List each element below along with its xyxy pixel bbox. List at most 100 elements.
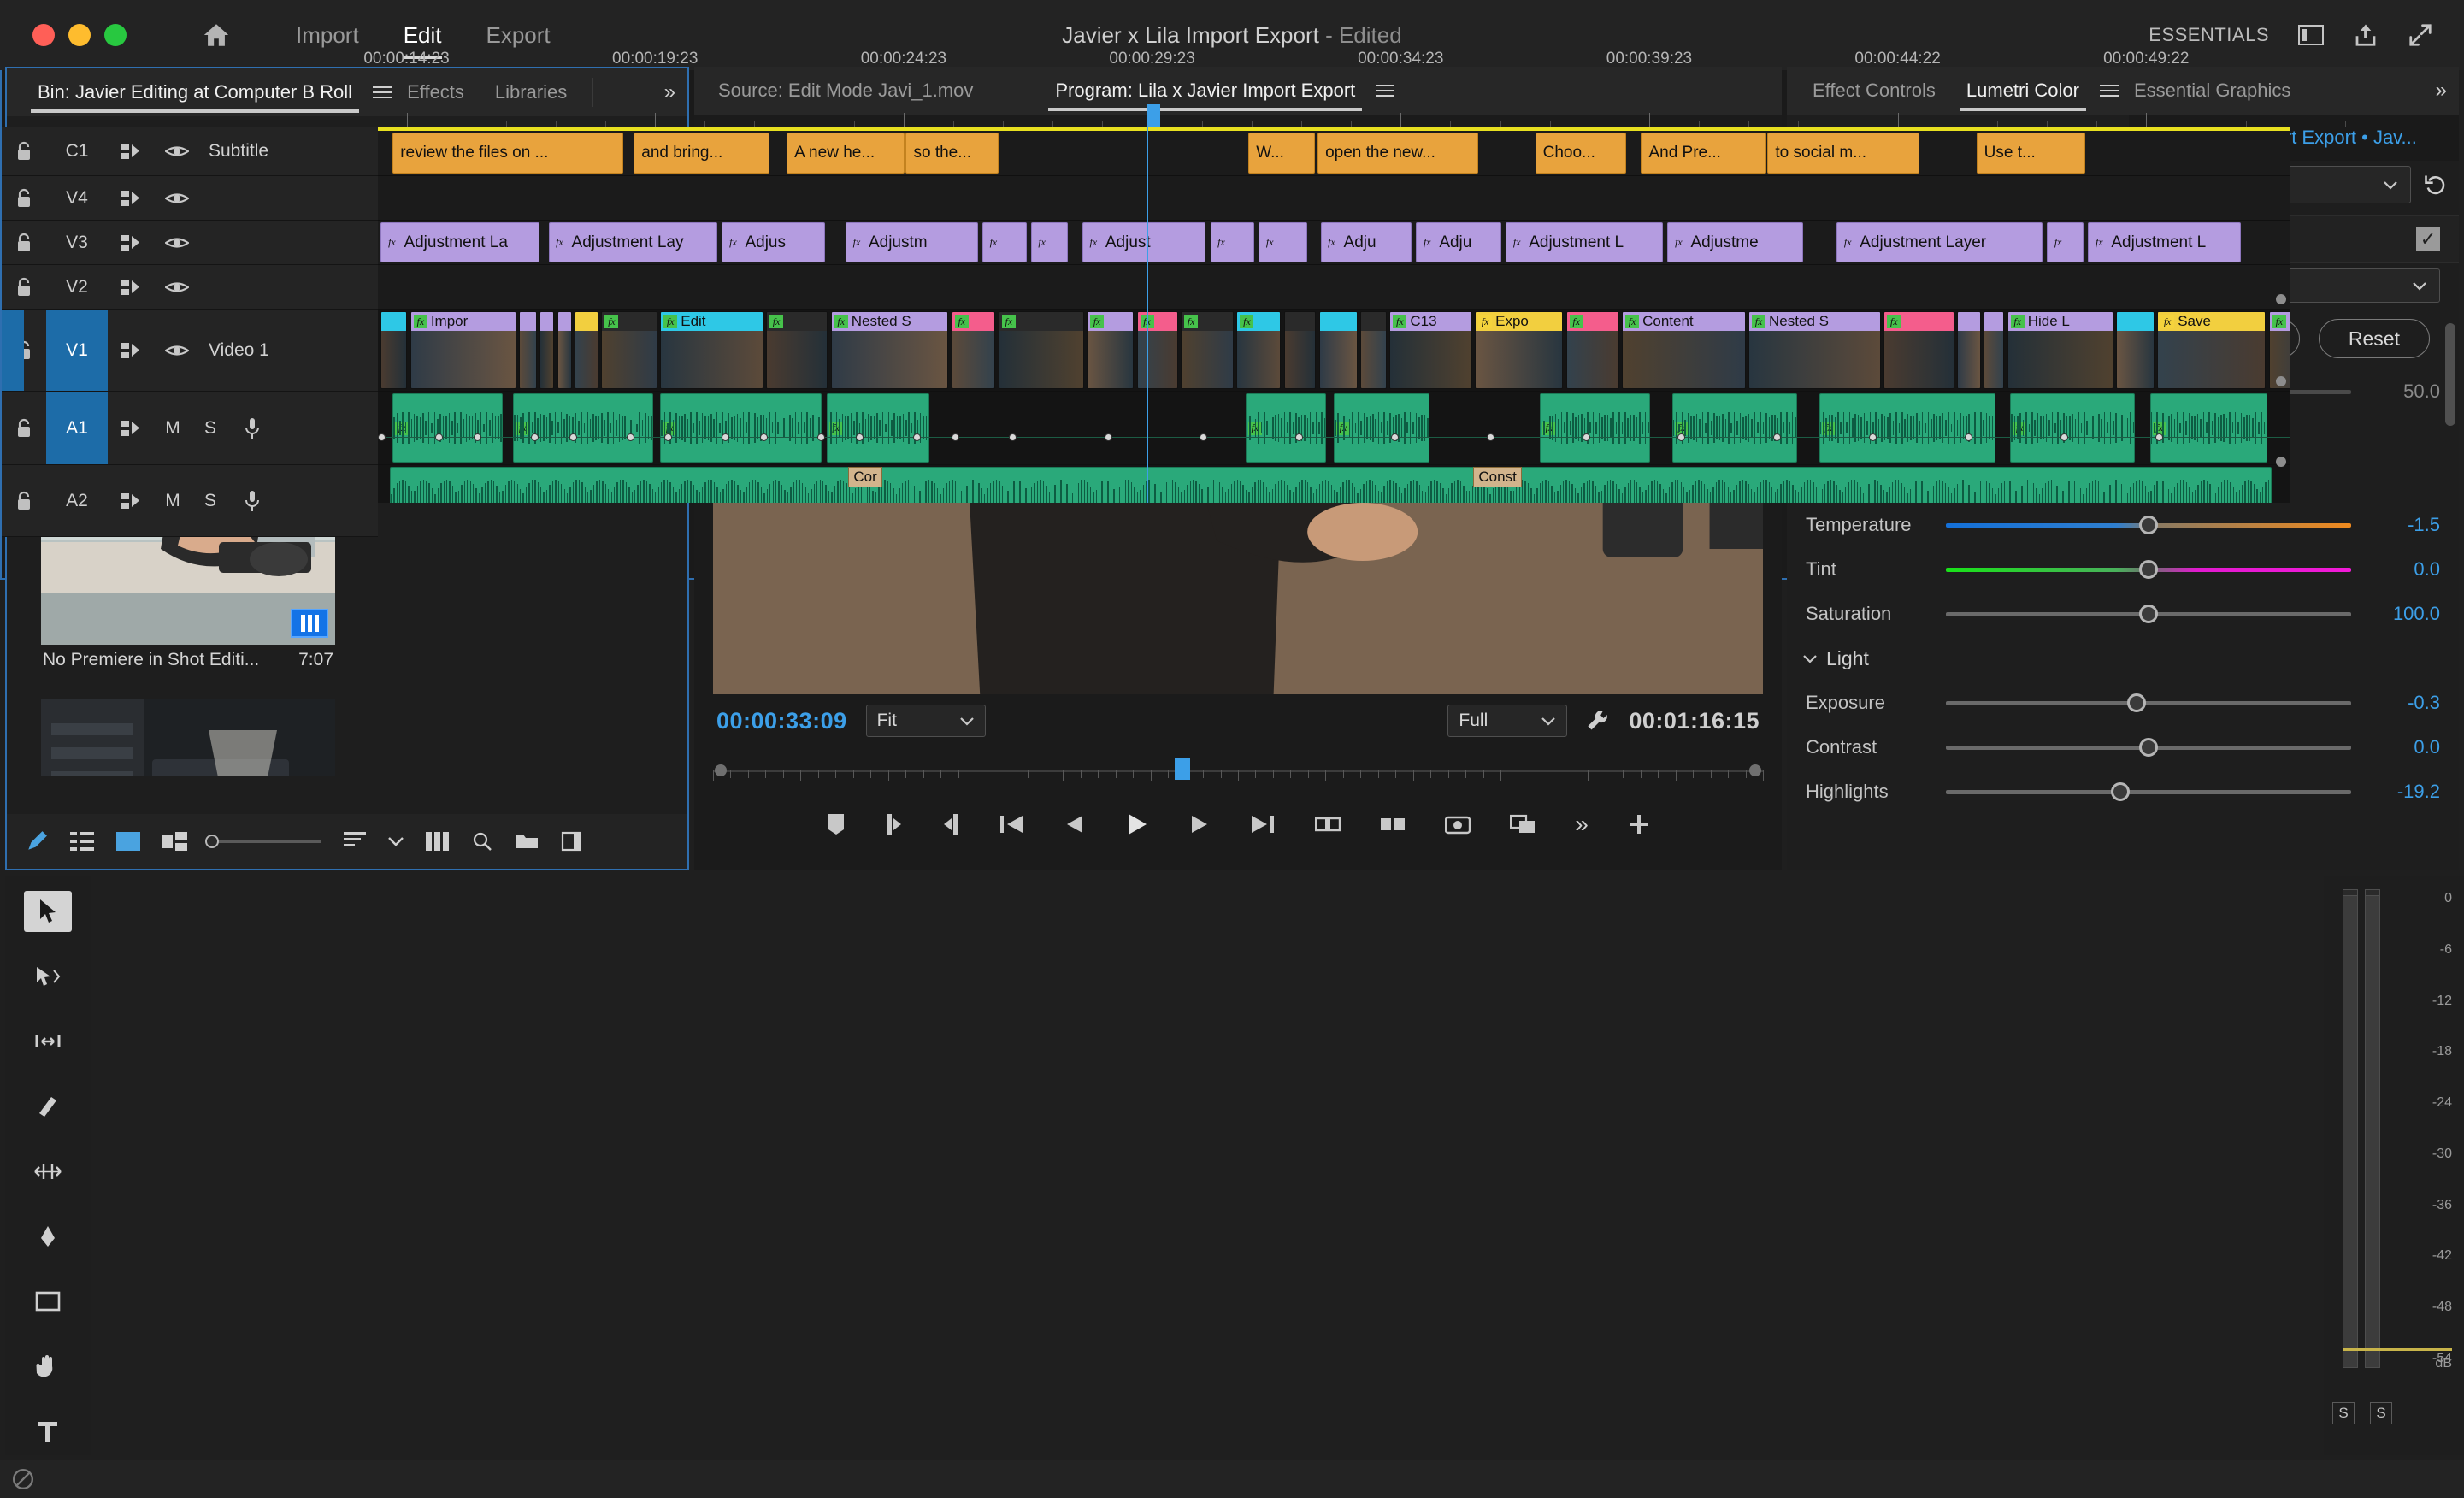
track-header-a1[interactable]: A1 M S (2, 392, 378, 465)
find-icon[interactable] (472, 831, 492, 852)
button-editor-icon[interactable] (1628, 813, 1650, 835)
exposure-value[interactable]: -0.3 (2363, 692, 2440, 714)
video-clip[interactable]: fx (601, 311, 657, 389)
video-clip[interactable]: fx (1883, 311, 1954, 389)
video-clip[interactable] (2116, 311, 2155, 389)
video-clip[interactable]: fx Content (1622, 311, 1746, 389)
audio-keyframe[interactable] (817, 433, 826, 442)
audio-keyframe[interactable] (1486, 433, 1494, 442)
track-name-v4[interactable]: V4 (46, 188, 108, 209)
audio-clip[interactable]: fx (1671, 393, 1797, 463)
tint-slider[interactable] (1946, 559, 2351, 580)
video-clip[interactable]: fx (766, 311, 828, 389)
adjustment-layer-clip[interactable]: fx Adjustment L (1506, 222, 1664, 262)
track-name-v3[interactable]: V3 (46, 233, 108, 253)
audio-keyframe[interactable] (951, 433, 959, 442)
video-clip[interactable] (380, 311, 408, 389)
zoom-level-select[interactable]: Fit (865, 705, 986, 737)
caption-clip[interactable]: Choo... (1535, 133, 1627, 174)
step-forward-icon[interactable] (1188, 813, 1211, 835)
caption-clip[interactable]: A new he... (787, 133, 905, 174)
chevron-double-right-icon[interactable]: » (2436, 79, 2447, 103)
hand-tool-icon[interactable] (24, 1346, 72, 1387)
adjustment-layer-clip[interactable]: fx (981, 222, 1027, 262)
more-icon[interactable]: » (1575, 811, 1589, 838)
adjustment-layer-clip[interactable]: fx Adjustment La (380, 222, 540, 262)
video-clip[interactable]: fx (951, 311, 996, 389)
track-mute-a1[interactable]: M (154, 418, 192, 439)
contrast-value[interactable]: 0.0 (2363, 736, 2440, 758)
contrast-slider[interactable] (1946, 737, 2351, 758)
track-end-handle[interactable] (2276, 457, 2286, 467)
meter-solo-right[interactable]: S (2370, 1402, 2392, 1424)
track-body-c1[interactable]: review the files on ... and bring... A new… (378, 127, 2290, 176)
track-header-v1[interactable]: V1 Video 1 (2, 310, 378, 392)
video-clip[interactable] (539, 311, 555, 389)
ripple-edit-icon[interactable] (24, 1021, 72, 1062)
caption-clip[interactable]: review the files on ... (392, 133, 624, 174)
adjustment-layer-clip[interactable]: fx Adju (1416, 222, 1502, 262)
list-view-icon[interactable] (70, 832, 94, 851)
audio-keyframe[interactable] (626, 433, 634, 442)
video-clip[interactable] (1359, 311, 1387, 389)
intensity-value[interactable]: 50.0 (2363, 380, 2440, 403)
track-visibility-v2[interactable] (154, 279, 200, 296)
adjustment-layer-clip[interactable]: fx Adjustm (845, 222, 978, 262)
video-clip[interactable]: fx Edit (660, 311, 763, 389)
track-target-toggle-a1[interactable] (108, 419, 154, 438)
program-playhead-timecode[interactable]: 00:00:33:09 (716, 708, 847, 734)
video-clip[interactable] (1283, 311, 1317, 389)
icon-view-icon[interactable] (116, 832, 140, 851)
adjustment-layer-clip[interactable]: fx Adjus (722, 222, 825, 262)
audio-clip[interactable]: fx (1539, 393, 1650, 463)
tab-bin[interactable]: Bin: Javier Editing at Computer B Roll (22, 68, 368, 116)
tint-value[interactable]: 0.0 (2363, 558, 2440, 581)
sort-icon[interactable] (344, 832, 366, 851)
fullscreen-icon[interactable] (2408, 22, 2433, 48)
workspace-layout-icon[interactable] (2298, 25, 2324, 45)
track-target-toggle-a2[interactable] (108, 492, 154, 510)
track-visibility-v3[interactable] (154, 234, 200, 251)
track-visibility-v1[interactable] (154, 342, 200, 359)
video-clip[interactable]: fx (998, 311, 1084, 389)
audio-clip[interactable]: fx (513, 393, 653, 463)
audio-clip[interactable]: fx (392, 393, 504, 463)
timeline-playhead[interactable] (1146, 127, 1148, 503)
adjustment-layer-clip[interactable]: fx (1259, 222, 1308, 262)
exposure-slider[interactable] (1946, 693, 2351, 713)
maximize-window-button[interactable] (104, 24, 127, 46)
slip-tool-icon[interactable] (24, 1151, 72, 1192)
home-icon[interactable] (197, 15, 236, 55)
audio-clip[interactable] (389, 467, 2272, 503)
track-body-v1[interactable]: fxImporfxfxEditfxfxNested Sfxfxfxfxfxfxf… (378, 310, 2290, 392)
lumetri-scrollbar[interactable] (2445, 323, 2455, 426)
ruler-playhead[interactable] (1146, 104, 1160, 127)
track-mute-a2[interactable]: M (154, 491, 192, 511)
track-lock-toggle-c1[interactable] (2, 141, 46, 162)
monitor-playhead[interactable] (1175, 758, 1191, 780)
video-clip[interactable] (1984, 311, 2005, 389)
track-name-v2[interactable]: V2 (46, 277, 108, 298)
highlights-value[interactable]: -19.2 (2363, 781, 2440, 803)
caption-clip[interactable]: so the... (905, 133, 999, 174)
export-frame-icon[interactable] (1445, 813, 1471, 835)
reset-effect-icon[interactable] (2423, 173, 2447, 197)
track-target-toggle-c1[interactable] (108, 142, 154, 161)
video-clip[interactable] (557, 311, 573, 389)
track-body-v2[interactable] (378, 265, 2290, 310)
audio-keyframe[interactable] (1582, 433, 1590, 442)
highlights-slider[interactable] (1946, 781, 2351, 802)
video-clip[interactable]: fx (1565, 311, 1619, 389)
audio-keyframe[interactable] (1200, 433, 1208, 442)
audio-keyframe-label[interactable]: Cor (848, 467, 882, 487)
video-clip[interactable]: fx Nested S (830, 311, 949, 389)
saturation-slider[interactable] (1946, 604, 2351, 624)
adjustment-layer-clip[interactable]: fx (1210, 222, 1255, 262)
track-solo-a2[interactable]: S (192, 491, 229, 511)
adjustment-layer-clip[interactable]: fx Adjustme (1667, 222, 1803, 262)
video-clip[interactable] (1957, 311, 1981, 389)
caption-clip[interactable]: to social m... (1767, 133, 1919, 174)
video-clip[interactable]: fx (1087, 311, 1135, 389)
track-visibility-c1[interactable] (154, 143, 200, 160)
audio-keyframe[interactable] (378, 433, 386, 442)
